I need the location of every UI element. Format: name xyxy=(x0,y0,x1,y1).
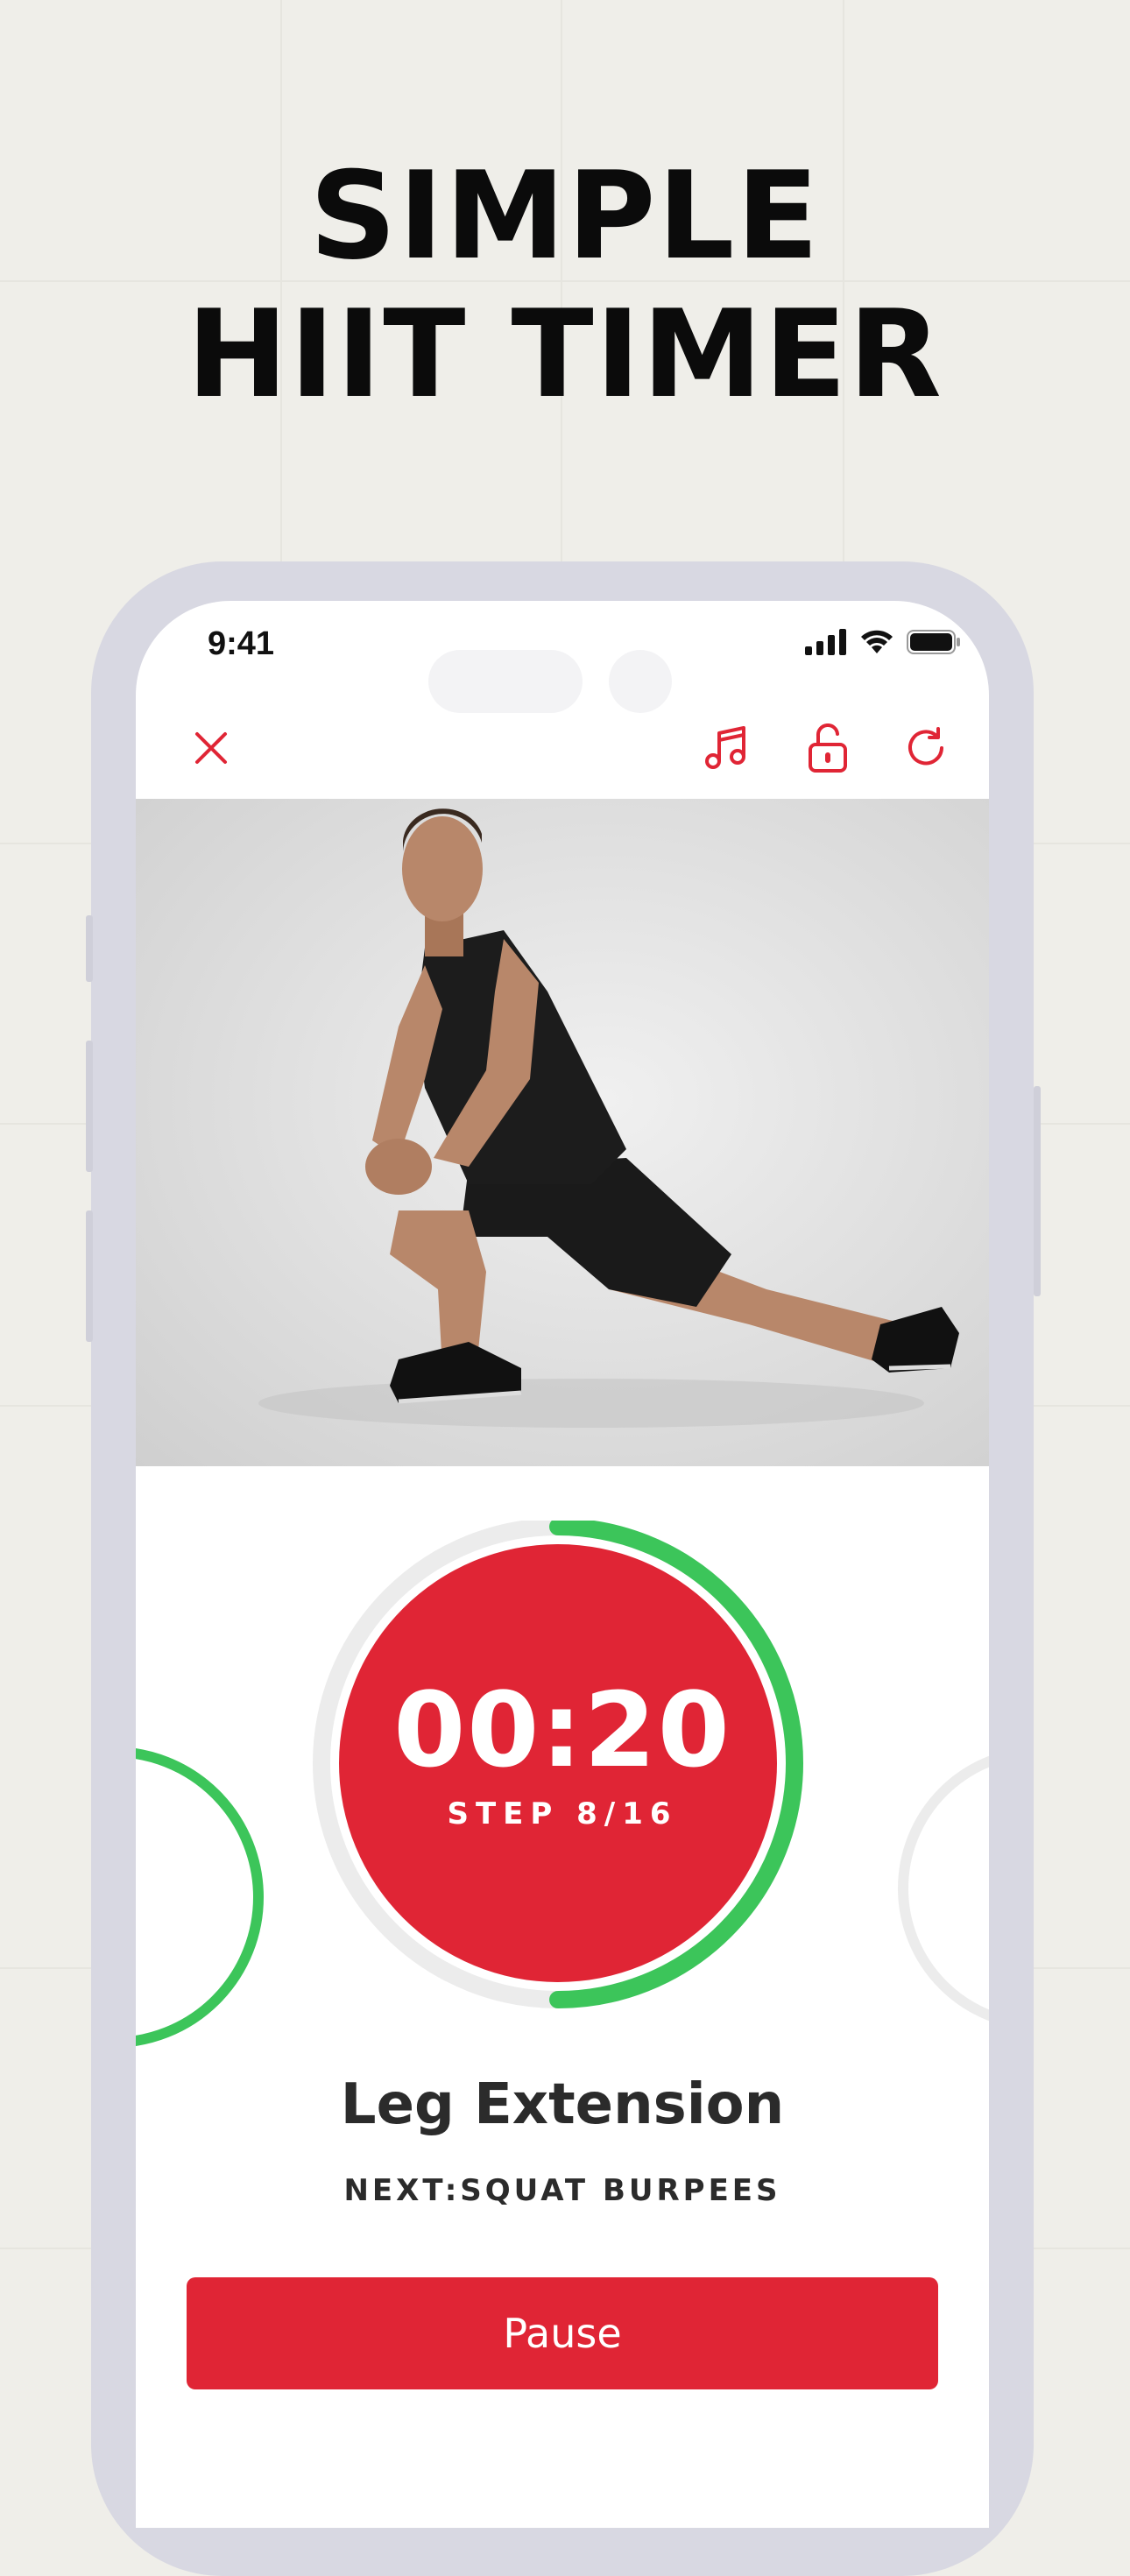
phone-volume-up-button xyxy=(86,1041,93,1172)
refresh-icon[interactable] xyxy=(900,722,952,774)
pause-button[interactable]: Pause xyxy=(187,2277,938,2389)
timer-time: 00:20 xyxy=(393,1669,731,1790)
status-time: 9:41 xyxy=(208,625,275,662)
phone-screen: 9:41 00:20 STEP 8/16 Leg Extension NEXT:… xyxy=(136,601,989,2528)
cellular-signal-icon xyxy=(805,629,847,659)
phone-side-button xyxy=(86,915,93,982)
next-exercise-label: NEXT:SQUAT BURPEES xyxy=(343,2173,781,2208)
battery-icon xyxy=(907,629,961,659)
wifi-icon xyxy=(859,629,894,659)
previous-step-ring xyxy=(136,1748,264,2046)
exercise-photo xyxy=(136,799,989,1466)
dynamic-island xyxy=(428,650,583,713)
dynamic-island-camera xyxy=(609,650,672,713)
headline-line-1: SIMPLE xyxy=(309,145,821,286)
timer-step: STEP 8/16 xyxy=(447,1796,678,1831)
phone-volume-down-button xyxy=(86,1210,93,1342)
unlock-icon[interactable] xyxy=(802,722,854,774)
status-icons xyxy=(805,629,961,659)
athlete-illustration xyxy=(258,808,959,1428)
phone-power-button xyxy=(1034,1086,1041,1296)
music-note-icon[interactable] xyxy=(700,722,752,774)
timer: 00:20 STEP 8/16 xyxy=(136,1518,989,2046)
close-icon[interactable] xyxy=(185,722,237,774)
next-step-ring xyxy=(898,1755,989,2022)
exercise-name: Leg Extension xyxy=(340,2072,785,2137)
headline-line-2: HIIT TIMER xyxy=(187,284,943,425)
